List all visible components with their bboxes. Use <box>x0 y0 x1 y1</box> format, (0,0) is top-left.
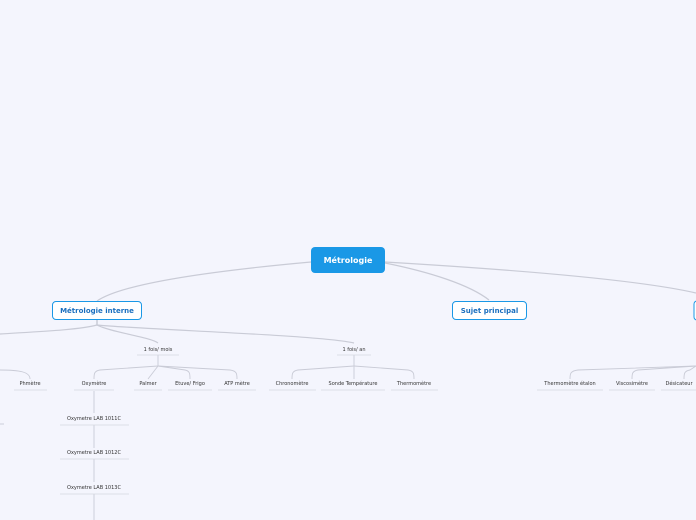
leaf-oxymetre[interactable]: Oxymètre <box>82 381 107 387</box>
leaf-thermometre[interactable]: Thermomètre <box>397 381 431 387</box>
leaf-oxymetre-lab-1012c[interactable]: Oxymetre LAB 1012C <box>67 450 121 456</box>
leaf-sonde-temperature[interactable]: Sonde Température <box>329 381 378 387</box>
leaf-thermometre-etalon[interactable]: Thermomètre étalon <box>544 381 595 387</box>
group-1-fois-an[interactable]: 1 fois/ an <box>342 347 365 353</box>
leaf-atp-metre[interactable]: ATP mètre <box>224 381 250 387</box>
leaf-oxymetre-lab-1013c[interactable]: Oxymetre LAB 1013C <box>67 485 121 491</box>
leaf-phmetre[interactable]: Phmètre <box>19 381 40 387</box>
branch-sujet-principal[interactable]: Sujet principal <box>452 301 527 320</box>
leaf-palmer[interactable]: Palmer <box>139 381 156 387</box>
root-node[interactable]: Métrologie <box>311 247 385 273</box>
branch-metrologie-interne[interactable]: Métrologie interne <box>52 301 142 320</box>
leaf-oxymetre-lab-1011c[interactable]: Oxymetre LAB 1011C <box>67 416 121 422</box>
leaf-etuve-frigo[interactable]: Etuve/ Frigo <box>175 381 205 387</box>
leaf-chronometre[interactable]: Chronomètre <box>276 381 309 387</box>
leaf-desicateur[interactable]: Désicateur <box>666 381 693 387</box>
leaf-viscosimetre[interactable]: Viscosimètre <box>616 381 648 387</box>
group-1-fois-mois[interactable]: 1 fois/ mois <box>144 347 173 353</box>
